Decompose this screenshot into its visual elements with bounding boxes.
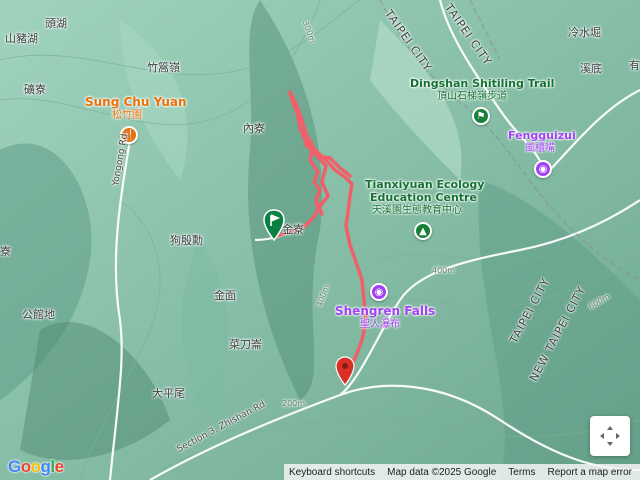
poi-tianxiyuan-zh[interactable]: 天溪園生態教育中心 [372,205,462,217]
poi-dingshan-trail-name[interactable]: Dingshan Shitiling Trail [410,78,554,90]
end-pin-marker[interactable] [335,356,355,386]
report-error-link[interactable]: Report a map error [548,467,632,478]
poi-fengguizui-zh[interactable]: 風櫃嘴 [525,143,555,155]
poi-tianxiyuan-name-1[interactable]: Tianxiyuan Ecology [365,179,484,191]
label-shanzhu-hu: 山豬湖 [5,32,38,45]
move-arrows-icon [600,426,620,446]
terms-link[interactable]: Terms [508,467,535,478]
attraction-camera-icon[interactable]: ◉ [370,283,388,301]
start-flag-marker[interactable] [263,209,285,241]
label-toutun-hu: 頭湖 [45,17,67,30]
camera-control-button[interactable] [590,416,630,456]
camera-icon[interactable]: ◉ [534,160,552,178]
poi-shengren-falls-zh[interactable]: 聖人瀑布 [360,319,400,331]
google-logo: Google [8,457,64,476]
label-gou-yin-xun: 狗殷勳 [170,234,203,247]
label-xi-di: 溪底 [580,62,602,75]
label-zhugao-ling: 竹篙嶺 [147,61,180,74]
poi-shengren-falls-name[interactable]: Shengren Falls [335,305,435,317]
map-footer: Keyboard shortcuts Map data ©2025 Google… [284,464,640,480]
poi-sung-chu-yuan-name[interactable]: Sung Chu Yuan [85,96,187,108]
poi-sung-chu-yuan-zh[interactable]: 松竹園 [112,110,142,122]
label-kuang-liao: 礦寮 [24,83,46,96]
contour-label-400-right: 400m [432,266,456,275]
poi-dingshan-trail-zh[interactable]: 頂山石梯嶺步道 [437,91,507,103]
park-tree-icon[interactable]: ▲ [414,222,432,240]
label-liao-left: 寮 [0,245,11,258]
label-cai-dao-lun: 菜刀崙 [229,338,262,351]
label-gong-guan-di: 公館地 [22,308,55,321]
label-start-place: 金寮 [282,223,304,236]
poi-tianxiyuan-name-2[interactable]: Education Centre [370,192,477,204]
label-you: 有 [629,59,640,72]
label-jin-mian: 金面 [214,289,236,302]
terrain-map[interactable] [0,0,640,480]
trail-icon[interactable]: ⚑ [472,107,490,125]
label-da-ping-wei: 大平尾 [152,387,185,400]
poi-fengguizui-name[interactable]: Fengguizui [508,130,576,142]
map-data-attribution: Map data ©2025 Google [387,466,497,478]
label-leng-shui-keng: 冷水堀 [568,26,601,39]
label-nei-liao: 內寮 [243,122,265,135]
keyboard-shortcuts-link[interactable]: Keyboard shortcuts [289,467,375,478]
contour-label-200: 200m [282,399,306,408]
